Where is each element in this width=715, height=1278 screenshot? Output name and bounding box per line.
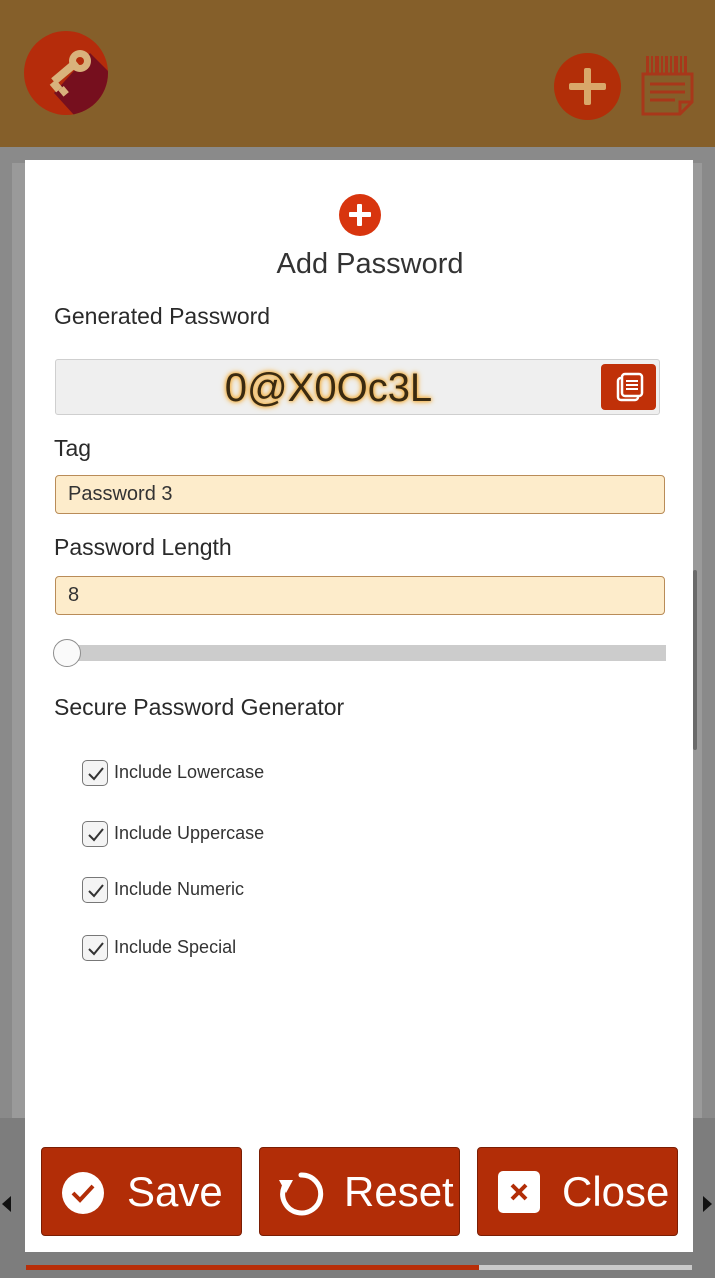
copy-password-button[interactable] <box>601 364 656 410</box>
progress-fill <box>26 1265 479 1270</box>
tag-label: Tag <box>54 435 92 461</box>
password-length-input[interactable]: 8 <box>55 576 665 615</box>
password-length-slider[interactable] <box>55 645 666 661</box>
checkmark-icon <box>88 884 104 898</box>
close-button[interactable]: Close <box>477 1147 678 1236</box>
progress-track <box>26 1265 692 1270</box>
generator-heading: Secure Password Generator <box>54 694 345 720</box>
slider-thumb[interactable] <box>53 639 81 667</box>
password-length-label: Password Length <box>54 534 232 560</box>
scroll-right-arrow-icon[interactable] <box>703 1196 712 1212</box>
header-notes-button[interactable] <box>640 52 695 118</box>
key-icon <box>49 50 108 115</box>
reset-label: Reset <box>344 1168 454 1215</box>
plus-icon <box>349 204 371 226</box>
checkmark-icon <box>88 767 104 781</box>
scroll-left-arrow-icon[interactable] <box>2 1196 11 1212</box>
close-label: Close <box>562 1168 670 1215</box>
header-add-button[interactable] <box>554 53 621 120</box>
modal-scrollbar[interactable] <box>693 570 697 750</box>
app-header <box>0 0 715 147</box>
option-label: Include Special <box>114 937 237 957</box>
app-logo[interactable] <box>24 31 108 115</box>
modal-plus-icon <box>339 194 381 236</box>
modal-title: Add Password <box>276 248 464 280</box>
option-label: Include Uppercase <box>114 823 265 843</box>
close-icon <box>498 1171 540 1213</box>
check-circle-icon <box>62 1172 104 1214</box>
save-button[interactable]: Save <box>41 1147 242 1236</box>
generated-password-box: 0@X0Oc3L <box>55 359 660 415</box>
plus-icon <box>569 68 606 105</box>
reset-icon <box>279 1172 324 1216</box>
copy-icon <box>616 372 644 402</box>
option-label: Include Numeric <box>114 879 245 899</box>
checkbox-numeric[interactable] <box>82 877 108 903</box>
barcode-notes-icon <box>641 56 694 116</box>
generated-password-value: 0@X0Oc3L <box>224 366 433 410</box>
checkbox-lowercase[interactable] <box>82 760 108 786</box>
option-label: Include Lowercase <box>114 762 265 782</box>
checkbox-special[interactable] <box>82 935 108 961</box>
checkbox-uppercase[interactable] <box>82 821 108 847</box>
checkmark-icon <box>88 828 104 842</box>
tag-input[interactable]: Password 3 <box>55 475 665 514</box>
generated-password-label: Generated Password <box>54 303 271 329</box>
checkmark-icon <box>88 942 104 956</box>
save-label: Save <box>127 1168 223 1215</box>
reset-button[interactable]: Reset <box>259 1147 460 1236</box>
